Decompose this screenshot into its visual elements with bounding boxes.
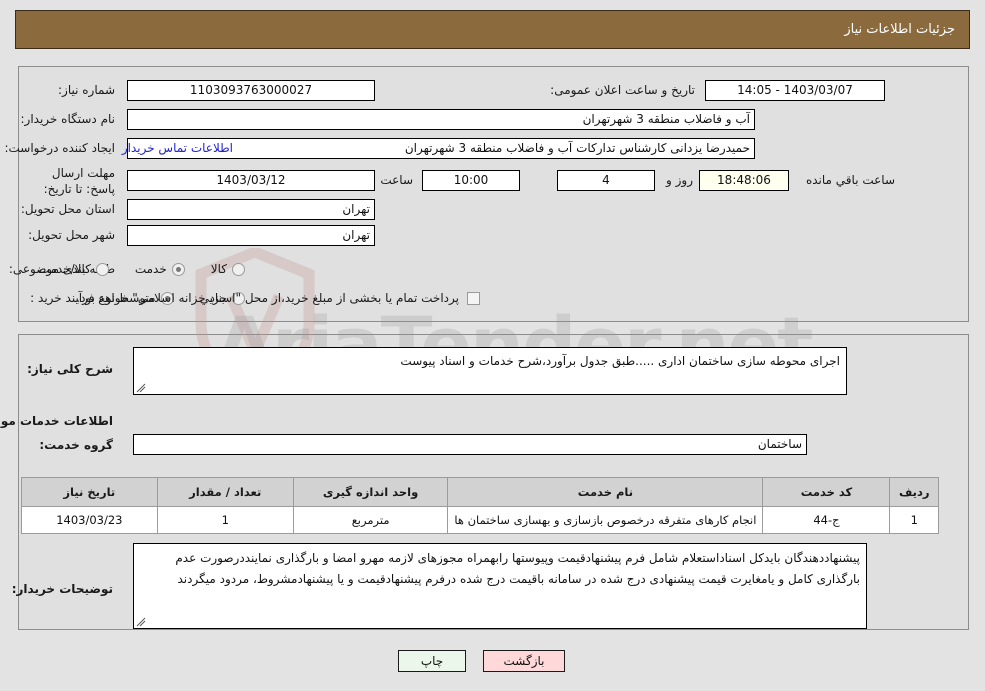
announce-datetime-label: تاریخ و ساعت اعلان عمومی: xyxy=(550,83,695,97)
requester-label-wrap: ایجاد کننده درخواست: xyxy=(4,141,115,155)
buyer-org-label: نام دستگاه خریدار: xyxy=(20,112,116,126)
buyer-notes-value: پیشنهاددهندگان بایدکل اسناداستعلام شامل … xyxy=(175,551,860,586)
col-need-date: تاریخ نیاز xyxy=(21,477,158,507)
table-row[interactable]: 1 ج-44 انجام کارهای متفرقه درخصوص بازساز… xyxy=(21,506,939,534)
buyer-notes-textbox[interactable]: پیشنهاددهندگان بایدکل اسناداستعلام شامل … xyxy=(133,543,867,629)
category-label-1: خدمت xyxy=(134,262,167,276)
need-info-panel xyxy=(18,66,969,322)
category-radio-1[interactable] xyxy=(171,262,185,276)
city-label: شهر محل تحویل: xyxy=(28,228,115,242)
general-desc-value: اجرای محوطه سازی ساختمان اداری .....طبق … xyxy=(400,354,840,368)
days-remaining-field[interactable]: 4 xyxy=(557,170,655,191)
treasury-checkbox[interactable] xyxy=(467,291,480,305)
time-remaining-label: ساعت باقي مانده xyxy=(805,173,895,187)
buyer-notes-label: توضیحات خریدار: xyxy=(11,582,113,596)
deadline-time-label: ساعت xyxy=(380,173,413,187)
announce-datetime-field[interactable]: 1403/03/07 - 14:05 xyxy=(705,80,885,101)
services-section-title: اطلاعات خدمات مورد نیاز xyxy=(0,414,113,428)
col-service-name: نام خدمت xyxy=(447,477,764,507)
category-option-2[interactable]: کالا/خدمت xyxy=(39,262,109,276)
print-button[interactable]: چاپ xyxy=(398,650,466,672)
city-field[interactable]: تهران xyxy=(127,225,375,246)
page-title: جزئیات اطلاعات نیاز xyxy=(844,22,955,37)
days-label-wrap: روز و xyxy=(666,173,693,187)
col-service-code: کد خدمت xyxy=(762,477,891,507)
deadline-time-label-wrap: ساعت xyxy=(380,173,413,187)
service-group-label: گروه خدمت: xyxy=(39,438,113,452)
announce-datetime-label-wrap: تاریخ و ساعت اعلان عمومی: xyxy=(550,83,695,97)
deadline-label-wrap: مهلت ارسال پاسخ: تا تاریخ: xyxy=(25,165,115,197)
deadline-time-field[interactable]: 10:00 xyxy=(422,170,520,191)
province-label-wrap: استان محل تحویل: xyxy=(21,202,115,216)
category-label-2: کالا/خدمت xyxy=(38,262,91,276)
buyer-contact-link[interactable]: اطلاعات تماس خریدار xyxy=(122,141,233,155)
cell-service-name: انجام کارهای متفرقه درخصوص بازسازی و بهس… xyxy=(447,506,764,534)
treasury-text: پرداخت تمام یا بخشی از مبلغ خرید،از محل … xyxy=(76,291,459,305)
buyer-org-label-wrap: نام دستگاه خریدار: xyxy=(21,112,116,126)
cell-quantity: 1 xyxy=(156,506,294,534)
cell-need-date: 1403/03/23 xyxy=(21,506,158,534)
deadline-date-field[interactable]: 1403/03/12 xyxy=(127,170,375,191)
col-quantity: تعداد / مقدار xyxy=(156,477,294,507)
services-table: ردیف کد خدمت نام خدمت واحد اندازه گیری ت… xyxy=(21,477,939,534)
cell-row-no: 1 xyxy=(889,506,939,534)
back-button[interactable]: بازگشت xyxy=(483,650,565,672)
cell-unit: مترمربع xyxy=(292,506,449,534)
resize-handle-icon[interactable] xyxy=(136,383,146,393)
days-label: روز و xyxy=(666,173,693,187)
requester-label: ایجاد کننده درخواست: xyxy=(4,141,115,155)
city-label-wrap: شهر محل تحویل: xyxy=(28,228,115,242)
category-label-0: کالا xyxy=(210,262,227,276)
need-number-row: شماره نیاز: xyxy=(58,83,115,97)
col-row-no: ردیف xyxy=(889,477,939,507)
service-group-field[interactable]: ساختمان xyxy=(133,434,807,455)
page-header-bar: جزئیات اطلاعات نیاز xyxy=(15,10,970,49)
col-unit: واحد اندازه گیری xyxy=(292,477,449,507)
category-radio-group: کالا خدمت کالا/خدمت xyxy=(13,262,245,276)
cell-service-code: ج-44 xyxy=(762,506,891,534)
province-label: استان محل تحویل: xyxy=(20,202,115,216)
buyer-contact-link-wrap: اطلاعات تماس خریدار xyxy=(122,141,233,155)
resize-handle-icon[interactable] xyxy=(136,617,146,627)
category-radio-2[interactable] xyxy=(95,262,109,276)
category-option-1[interactable]: خدمت xyxy=(135,262,185,276)
time-remaining-field: 18:48:06 xyxy=(699,170,789,191)
treasury-option[interactable]: پرداخت تمام یا بخشی از مبلغ خرید،از محل … xyxy=(76,291,480,305)
buyer-org-field[interactable]: آب و فاضلاب منطقه 3 شهرتهران xyxy=(127,109,755,130)
need-number-label: شماره نیاز: xyxy=(58,83,115,97)
table-header-row: ردیف کد خدمت نام خدمت واحد اندازه گیری ت… xyxy=(21,477,939,507)
time-remaining-label-wrap: ساعت باقي مانده xyxy=(806,173,895,187)
general-desc-textbox[interactable]: اجرای محوطه سازی ساختمان اداری .....طبق … xyxy=(133,347,847,395)
category-radio-0[interactable] xyxy=(232,262,245,276)
general-desc-label: شرح کلی نیاز: xyxy=(27,362,113,376)
province-field[interactable]: تهران xyxy=(127,199,375,220)
deadline-label: مهلت ارسال پاسخ: تا تاریخ: xyxy=(43,166,115,196)
category-option-0[interactable]: کالا xyxy=(211,262,245,276)
need-number-field[interactable]: 1103093763000027 xyxy=(127,80,375,101)
